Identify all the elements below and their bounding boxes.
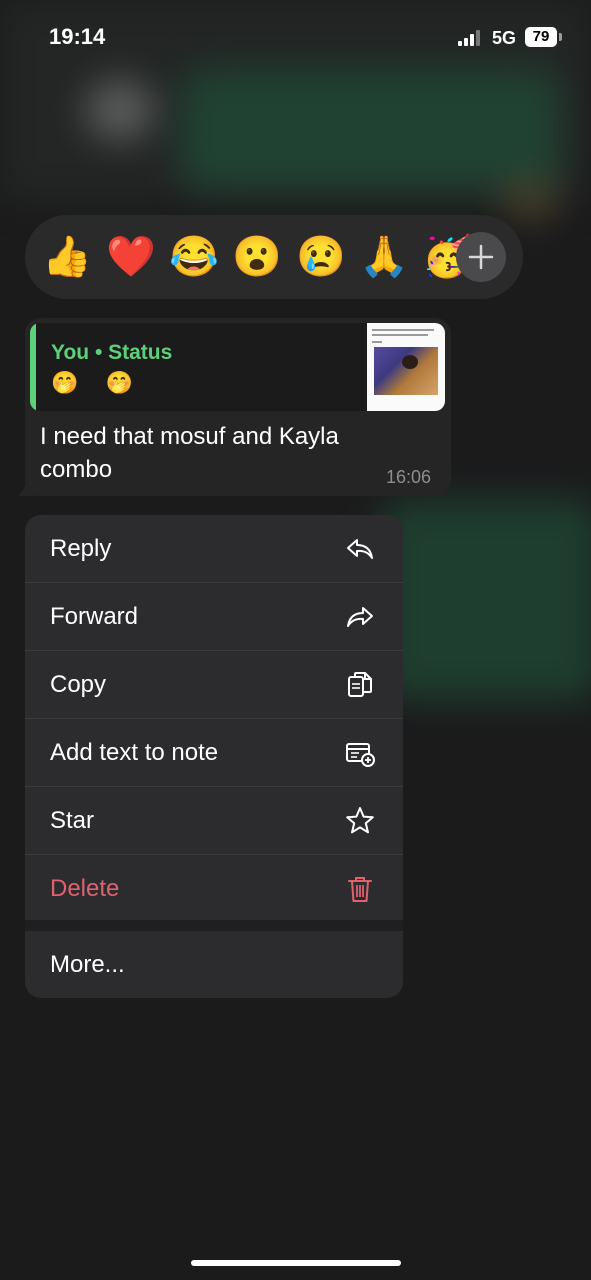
quoted-status[interactable]: You • Status 🤭 🤭 xyxy=(30,323,445,411)
reaction-laughing[interactable]: 😂 xyxy=(169,232,219,282)
menu-item-forward[interactable]: Forward xyxy=(25,583,403,650)
reaction-thumbs-up[interactable]: 👍 xyxy=(42,232,92,282)
menu-item-copy[interactable]: Copy xyxy=(25,651,403,718)
reaction-pray[interactable]: 🙏 xyxy=(359,232,409,282)
note-add-icon xyxy=(346,743,375,767)
message-timestamp: 16:06 xyxy=(386,467,432,487)
reaction-crying[interactable]: 😢 xyxy=(296,232,346,282)
menu-item-reply[interactable]: Reply xyxy=(25,515,403,582)
battery-icon: 79 xyxy=(525,27,557,47)
status-bar: 19:14 5G 79 xyxy=(0,0,591,76)
menu-item-label: Star xyxy=(50,807,95,834)
menu-item-label: Reply xyxy=(50,535,112,562)
reaction-heart[interactable]: ❤️ xyxy=(106,232,156,282)
menu-item-label: More... xyxy=(50,951,125,978)
forward-icon xyxy=(347,607,373,627)
menu-item-more[interactable]: More... xyxy=(25,931,403,998)
star-icon xyxy=(346,807,374,834)
menu-item-label: Add text to note xyxy=(50,739,219,766)
reaction-bar: 👍 ❤️ 😂 😮 😢 🙏 🥳 xyxy=(25,215,523,299)
status-thumbnail xyxy=(367,323,445,411)
message-context-menu: Reply Forward Copy Add text to note Star… xyxy=(25,515,403,998)
menu-item-add-text-to-note[interactable]: Add text to note xyxy=(25,719,403,786)
cellular-signal-icon xyxy=(458,30,484,46)
quote-author: You • Status xyxy=(51,341,173,364)
reply-icon xyxy=(347,539,373,559)
trash-icon xyxy=(348,877,372,902)
menu-section-separator xyxy=(25,920,403,931)
battery-tip xyxy=(559,33,562,41)
menu-item-label: Forward xyxy=(50,603,139,630)
menu-item-delete[interactable]: Delete xyxy=(25,855,403,922)
status-time: 19:14 xyxy=(49,24,106,49)
quote-text: 🤭 🤭 xyxy=(51,371,134,396)
menu-item-label: Delete xyxy=(50,875,120,902)
reaction-surprised[interactable]: 😮 xyxy=(232,232,282,282)
message-text: I need that mosuf and Kayla combo xyxy=(40,423,339,483)
plus-icon xyxy=(468,244,494,270)
network-type: 5G xyxy=(492,28,517,48)
more-reactions-button[interactable] xyxy=(456,232,506,282)
copy-icon xyxy=(348,672,372,697)
menu-item-star[interactable]: Star xyxy=(25,787,403,854)
quote-accent-bar xyxy=(30,323,36,411)
home-indicator[interactable] xyxy=(191,1260,401,1266)
menu-item-label: Copy xyxy=(50,671,107,698)
